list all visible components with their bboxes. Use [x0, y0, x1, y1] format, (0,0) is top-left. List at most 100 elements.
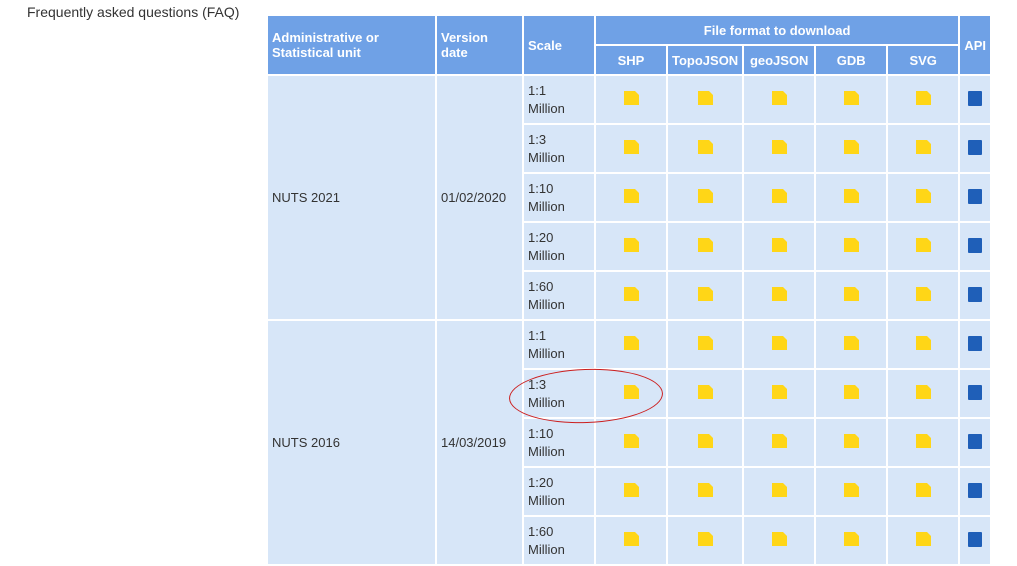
zip-download-icon[interactable]	[623, 532, 639, 546]
zip-download-icon[interactable]	[843, 532, 859, 546]
zip-download-icon[interactable]	[697, 434, 713, 448]
zip-download-icon[interactable]	[771, 91, 787, 105]
download-cell-topojson	[668, 321, 743, 368]
zip-download-icon[interactable]	[915, 287, 931, 301]
zip-download-icon[interactable]	[771, 385, 787, 399]
scale-ratio: 1:20	[528, 474, 554, 490]
zip-download-icon[interactable]	[915, 434, 931, 448]
api-code-icon[interactable]	[968, 531, 983, 547]
scale-cell: 1:60 Million	[524, 272, 594, 319]
api-code-icon[interactable]	[968, 90, 983, 106]
zip-download-icon[interactable]	[623, 287, 639, 301]
download-cell-shp	[596, 174, 666, 221]
zip-download-icon[interactable]	[697, 189, 713, 203]
table-row: NUTS 2016 14/03/2019 1:1 Million	[268, 321, 991, 564]
zip-download-icon[interactable]	[843, 483, 859, 497]
zip-download-icon[interactable]	[771, 189, 787, 203]
zip-download-icon[interactable]	[915, 336, 931, 350]
zip-download-icon[interactable]	[623, 140, 639, 154]
api-code-icon[interactable]	[968, 237, 983, 253]
zip-download-icon[interactable]	[623, 336, 639, 350]
zip-download-icon[interactable]	[697, 287, 713, 301]
zip-download-icon[interactable]	[771, 532, 787, 546]
zip-download-icon[interactable]	[623, 91, 639, 105]
zip-download-icon[interactable]	[843, 434, 859, 448]
zip-download-icon[interactable]	[771, 336, 787, 350]
faq-link[interactable]: Frequently asked questions (FAQ)	[27, 4, 239, 20]
zip-download-icon[interactable]	[697, 483, 713, 497]
scale-ratio: 1:60	[528, 278, 554, 294]
scale-ratio: 1:1	[528, 82, 547, 98]
zip-download-icon[interactable]	[697, 91, 713, 105]
zip-download-icon[interactable]	[697, 140, 713, 154]
zip-download-icon[interactable]	[623, 385, 639, 399]
download-cell-topojson	[668, 468, 743, 515]
zip-download-icon[interactable]	[697, 336, 713, 350]
download-cell-gdb	[816, 419, 887, 466]
api-code-icon[interactable]	[968, 286, 983, 302]
download-cell-geojson	[744, 76, 815, 123]
download-cell-svg	[888, 223, 959, 270]
download-cell-shp	[596, 517, 666, 564]
zip-download-icon[interactable]	[623, 483, 639, 497]
api-code-icon[interactable]	[968, 482, 983, 498]
scale-unit: Million	[528, 247, 565, 263]
download-cell-geojson	[744, 370, 815, 417]
download-cell-svg	[888, 125, 959, 172]
zip-download-icon[interactable]	[843, 238, 859, 252]
zip-download-icon[interactable]	[843, 189, 859, 203]
download-cell-geojson	[744, 468, 815, 515]
unit-cell: NUTS 2021	[268, 76, 435, 319]
zip-download-icon[interactable]	[623, 189, 639, 203]
api-cell	[960, 223, 991, 270]
api-code-icon[interactable]	[968, 139, 983, 155]
download-cell-geojson	[744, 321, 815, 368]
scale-ratio: 1:3	[528, 131, 547, 147]
download-cell-svg	[888, 76, 959, 123]
zip-download-icon[interactable]	[771, 483, 787, 497]
download-cell-shp	[596, 76, 666, 123]
api-code-icon[interactable]	[968, 384, 983, 400]
zip-download-icon[interactable]	[771, 287, 787, 301]
scale-cell: 1:10 Million	[524, 419, 594, 466]
zip-download-icon[interactable]	[771, 434, 787, 448]
download-cell-svg	[888, 272, 959, 319]
api-code-icon[interactable]	[968, 433, 983, 449]
zip-download-icon[interactable]	[623, 238, 639, 252]
api-cell	[960, 370, 991, 417]
zip-download-icon[interactable]	[771, 140, 787, 154]
header-format-shp: SHP	[596, 46, 666, 74]
zip-download-icon[interactable]	[915, 238, 931, 252]
zip-download-icon[interactable]	[623, 434, 639, 448]
download-cell-gdb	[816, 223, 887, 270]
zip-download-icon[interactable]	[915, 483, 931, 497]
api-code-icon[interactable]	[968, 188, 983, 204]
download-cell-gdb	[816, 272, 887, 319]
zip-download-icon[interactable]	[843, 91, 859, 105]
zip-download-icon[interactable]	[915, 385, 931, 399]
zip-download-icon[interactable]	[697, 238, 713, 252]
zip-download-icon[interactable]	[843, 140, 859, 154]
header-version-date: Version date	[437, 16, 522, 74]
download-cell-shp	[596, 223, 666, 270]
scale-cell: 1:20 Million	[524, 468, 594, 515]
zip-download-icon[interactable]	[771, 238, 787, 252]
scale-cell: 1:60 Million	[524, 517, 594, 564]
download-cell-geojson	[744, 419, 815, 466]
zip-download-icon[interactable]	[843, 336, 859, 350]
download-cell-gdb	[816, 321, 887, 368]
zip-download-icon[interactable]	[843, 385, 859, 399]
zip-download-icon[interactable]	[915, 140, 931, 154]
header-file-format: File format to download	[596, 16, 959, 44]
zip-download-icon[interactable]	[843, 287, 859, 301]
zip-download-icon[interactable]	[915, 91, 931, 105]
download-cell-svg	[888, 419, 959, 466]
download-cell-topojson	[668, 125, 743, 172]
zip-download-icon[interactable]	[697, 385, 713, 399]
zip-download-icon[interactable]	[697, 532, 713, 546]
table-row: NUTS 2021 01/02/2020 1:1 Million	[268, 76, 991, 319]
api-code-icon[interactable]	[968, 335, 983, 351]
zip-download-icon[interactable]	[915, 189, 931, 203]
zip-download-icon[interactable]	[915, 532, 931, 546]
download-cell-geojson	[744, 223, 815, 270]
